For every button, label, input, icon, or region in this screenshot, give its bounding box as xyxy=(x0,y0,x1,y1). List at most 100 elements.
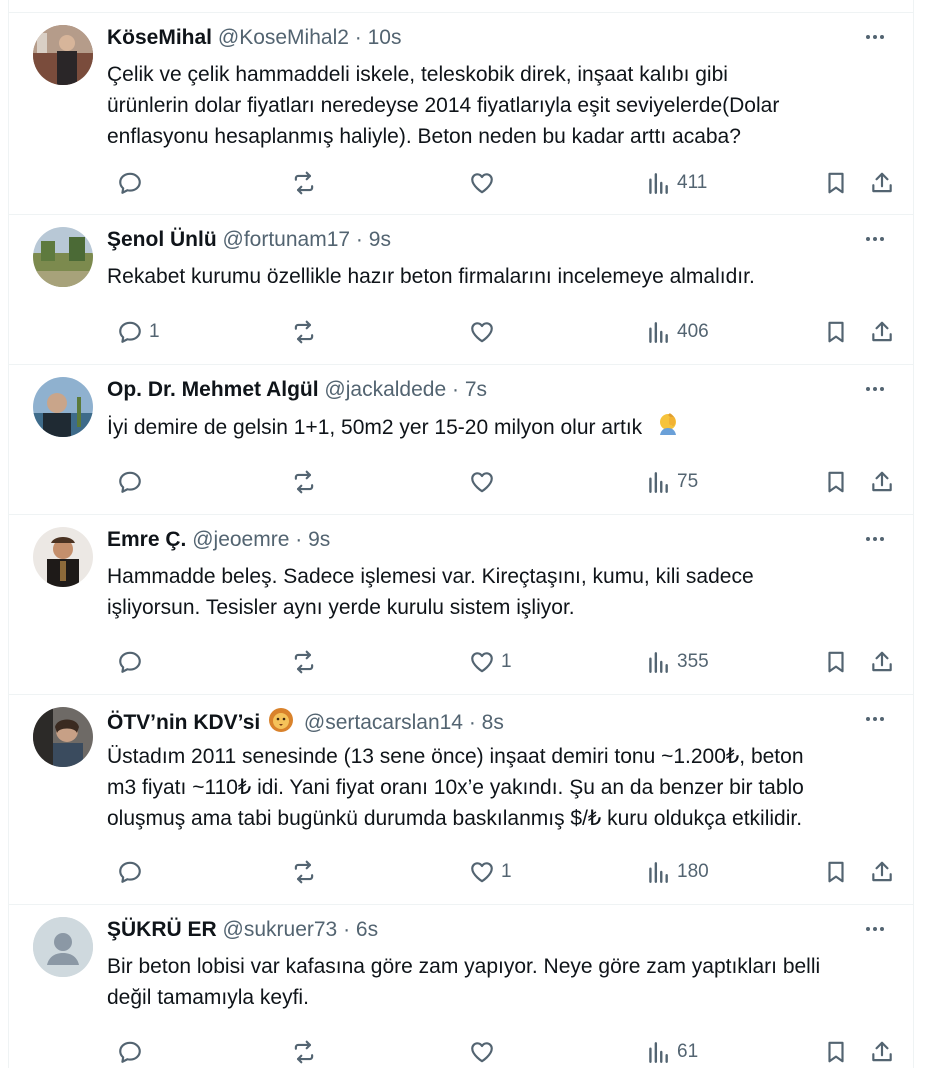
views-button[interactable]: 406 xyxy=(645,318,709,346)
timestamp[interactable]: 9s xyxy=(369,228,391,251)
avatar[interactable] xyxy=(33,227,93,287)
more-options-icon[interactable] xyxy=(863,527,887,551)
tweet-actions: 61 xyxy=(107,1038,897,1066)
share-button[interactable] xyxy=(869,1038,895,1066)
more-options-icon[interactable] xyxy=(863,227,887,251)
author-name[interactable]: Emre Ç. xyxy=(107,528,186,551)
heart-icon xyxy=(471,652,493,673)
tweet-text-line: Bir beton lobisi var kafasına göre zam y… xyxy=(107,955,821,978)
reply-button[interactable] xyxy=(117,648,149,676)
author-handle[interactable]: @KoseMihal2 xyxy=(218,26,349,49)
like-button[interactable] xyxy=(469,169,501,197)
tweet-header: ŞÜKRÜ ER @sukruer73 · 6s xyxy=(107,917,378,943)
bookmark-button[interactable] xyxy=(823,468,849,496)
reply-icon xyxy=(119,172,141,194)
bookmark-icon xyxy=(828,172,844,194)
repost-icon xyxy=(294,860,314,884)
separator-dot: · xyxy=(295,528,303,551)
author-name[interactable]: ÖTV’nin KDV’si xyxy=(107,711,260,734)
share-button[interactable] xyxy=(869,468,895,496)
repost-button[interactable] xyxy=(291,169,323,197)
more-options-icon[interactable] xyxy=(863,25,887,49)
author-handle[interactable]: @jackaldede xyxy=(324,378,446,401)
like-button[interactable] xyxy=(469,468,501,496)
reply-button[interactable] xyxy=(117,468,149,496)
tweet[interactable]: Op. Dr. Mehmet Algül @jackaldede · 7s İy… xyxy=(9,364,913,515)
repost-button[interactable] xyxy=(291,648,323,676)
reply-button[interactable] xyxy=(117,858,149,886)
tweet-header: Op. Dr. Mehmet Algül @jackaldede · 7s xyxy=(107,377,487,403)
author-handle[interactable]: @fortunam17 xyxy=(223,228,351,251)
view-count: 355 xyxy=(677,651,709,672)
repost-button[interactable] xyxy=(291,468,323,496)
heart-icon xyxy=(471,173,493,194)
bookmark-button[interactable] xyxy=(823,1038,849,1066)
author-handle[interactable]: @sertacarslan14 xyxy=(304,711,463,734)
tweet[interactable]: Emre Ç. @jeoemre · 9s Hammadde beleş. Sa… xyxy=(9,514,913,695)
tweet-text: Rekabet kurumu özellikle hazır beton fir… xyxy=(107,261,897,292)
reply-button[interactable] xyxy=(117,1038,149,1066)
views-icon xyxy=(649,862,668,883)
views-icon xyxy=(649,173,668,194)
avatar[interactable] xyxy=(33,527,93,587)
repost-button[interactable] xyxy=(291,1038,323,1066)
tweet-text: İyi demire de gelsin 1+1, 50m2 yer 15-20… xyxy=(107,411,897,446)
timestamp[interactable]: 10s xyxy=(368,26,402,49)
repost-icon xyxy=(294,171,314,195)
avatar[interactable] xyxy=(33,25,93,85)
separator-dot: · xyxy=(354,26,362,49)
author-handle[interactable]: @sukruer73 xyxy=(223,918,338,941)
repost-icon xyxy=(294,320,314,344)
more-options-icon[interactable] xyxy=(863,707,887,731)
like-button[interactable]: 1 xyxy=(469,858,512,886)
timestamp[interactable]: 8s xyxy=(482,711,504,734)
separator-dot: · xyxy=(452,378,459,401)
views-button[interactable]: 75 xyxy=(645,468,698,496)
reply-button[interactable]: 1 xyxy=(117,318,160,346)
repost-button[interactable] xyxy=(291,318,323,346)
author-handle[interactable]: @jeoemre xyxy=(192,528,289,551)
tweet-text-line: oluşmuş ama tabi bugünkü durumda baskıla… xyxy=(107,807,803,830)
author-name[interactable]: ŞÜKRÜ ER xyxy=(107,918,217,941)
author-name[interactable]: Op. Dr. Mehmet Algül xyxy=(107,378,319,401)
bookmark-icon xyxy=(828,651,844,673)
view-count: 61 xyxy=(677,1041,699,1062)
views-button[interactable]: 61 xyxy=(645,1038,698,1066)
heart-icon xyxy=(471,472,493,493)
views-button[interactable]: 411 xyxy=(645,169,707,197)
timestamp[interactable]: 7s xyxy=(465,378,487,401)
author-name[interactable]: Şenol Ünlü xyxy=(107,228,217,251)
more-options-icon[interactable] xyxy=(863,917,887,941)
author-name[interactable]: KöseMihal xyxy=(107,26,212,49)
separator-dot: · xyxy=(343,918,351,941)
share-button[interactable] xyxy=(869,858,895,886)
reply-button[interactable] xyxy=(117,169,149,197)
share-button[interactable] xyxy=(869,648,895,676)
timestamp[interactable]: 9s xyxy=(308,528,330,551)
views-button[interactable]: 355 xyxy=(645,648,709,676)
tweet[interactable]: ÖTV’nin KDV’si @sertacarslan14 · 8s Üsta… xyxy=(9,694,913,905)
tweet-text-line: işliyorsun. Tesisler aynı yerde kurulu s… xyxy=(107,596,575,619)
avatar[interactable] xyxy=(33,917,93,977)
views-button[interactable]: 180 xyxy=(645,858,709,886)
repost-button[interactable] xyxy=(291,858,323,886)
bookmark-button[interactable] xyxy=(823,858,849,886)
tweet[interactable]: KöseMihal @KoseMihal2 · 10s Çelik ve çel… xyxy=(9,12,913,215)
like-button[interactable]: 1 xyxy=(469,648,512,676)
like-button[interactable] xyxy=(469,1038,501,1066)
avatar[interactable] xyxy=(33,707,93,767)
bookmark-button[interactable] xyxy=(823,169,849,197)
tweet[interactable]: ŞÜKRÜ ER @sukruer73 · 6s Bir beton lobis… xyxy=(9,904,913,1069)
share-button[interactable] xyxy=(869,169,895,197)
avatar[interactable] xyxy=(33,377,93,437)
tweet[interactable]: Şenol Ünlü @fortunam17 · 9s Rekabet kuru… xyxy=(9,214,913,365)
more-options-icon[interactable] xyxy=(863,377,887,401)
share-button[interactable] xyxy=(869,318,895,346)
tweet-text: Üstadım 2011 senesinde (13 sene önce) in… xyxy=(107,741,897,834)
like-button[interactable] xyxy=(469,318,501,346)
view-count: 180 xyxy=(677,861,709,882)
timestamp[interactable]: 6s xyxy=(356,918,378,941)
bookmark-button[interactable] xyxy=(823,318,849,346)
tweet-text-line: Rekabet kurumu özellikle hazır beton fir… xyxy=(107,265,755,288)
bookmark-button[interactable] xyxy=(823,648,849,676)
